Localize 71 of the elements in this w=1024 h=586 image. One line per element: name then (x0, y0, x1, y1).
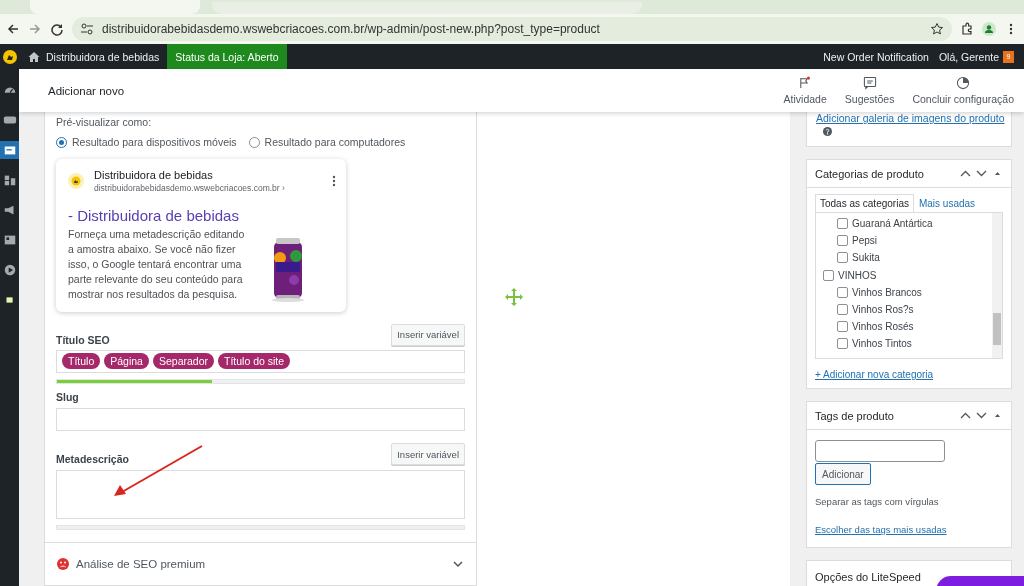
category-option[interactable]: Pepsi (837, 232, 992, 250)
menu-icon (2, 203, 17, 217)
field-label: Metadescrição (56, 453, 129, 466)
variable-tag[interactable]: Título do site (218, 353, 291, 370)
add-button[interactable]: Adicionar (815, 463, 871, 485)
category-option[interactable]: VINHOS (823, 266, 992, 284)
result-site-name: Distribuidora de bebidas (94, 169, 214, 181)
category-option[interactable]: Guaraná Antártica (837, 215, 992, 233)
account-link[interactable]: Olá, Gerente (938, 50, 1003, 63)
box-title: Categorias de produto (815, 167, 925, 180)
category-option[interactable]: Vinhos Brancos (837, 283, 992, 301)
input-field[interactable] (56, 408, 465, 432)
site-favicon-icon (68, 173, 84, 189)
preview-label: Pré-visualizar como: (56, 116, 153, 128)
back-icon[interactable] (6, 22, 20, 36)
insert-variable-button[interactable]: Inserir variável (391, 443, 465, 466)
help-text: Separar as tags com vírgulas (815, 496, 940, 507)
tab[interactable]: Mais usadas (913, 194, 981, 212)
puzzle-icon[interactable] (960, 22, 974, 36)
result-title: - Distribuidora de bebidas (68, 207, 240, 224)
header-action-button[interactable]: Atividade (774, 76, 836, 105)
popular-tags-link[interactable]: Escolher das tags mais usadas (815, 524, 947, 535)
chevron-up-icon[interactable] (960, 410, 971, 421)
store-status-link[interactable]: Status da Loja: Aberto (167, 44, 287, 69)
radio-option[interactable]: Resultado para computadores (248, 136, 406, 148)
field-label: Slug (56, 391, 80, 404)
field-label: Título SEO (56, 333, 110, 346)
comment-icon (862, 76, 877, 90)
more-icon[interactable] (332, 175, 336, 187)
box-title: Opções do LiteSpeed (815, 571, 921, 583)
tag-input-field[interactable] (815, 440, 945, 462)
accordion-header[interactable]: Análise de SEO premium (45, 542, 476, 585)
notification-link[interactable]: New Order Notification (813, 50, 939, 63)
star-icon[interactable] (930, 22, 944, 36)
forward-icon[interactable] (28, 22, 42, 36)
help-icon[interactable] (823, 127, 832, 136)
header-action-button[interactable]: Sugestões (835, 76, 904, 105)
variable-tag[interactable]: Separador (152, 353, 214, 370)
address-bar[interactable]: distribuidorabebidasdemo.wswebcriacoes.com.br/wp-admin/post-new.php?post_type=product (72, 17, 952, 41)
reload-icon[interactable] (50, 22, 64, 36)
gallery-link[interactable]: Adicionar galeria de imagens do produto (816, 112, 1002, 124)
avatar-icon[interactable] (982, 22, 996, 36)
site-name-link[interactable]: Distribuidora de bebidas (46, 50, 160, 63)
chevron-up-icon[interactable] (960, 168, 971, 179)
menu-icon (2, 173, 17, 187)
add-category-link[interactable]: + Adicionar nova categoria (815, 369, 934, 380)
input-field[interactable]: Título Página Separador Título do site (56, 349, 465, 374)
flag-icon (798, 76, 813, 90)
chevron-down-icon[interactable] (976, 168, 987, 179)
pie-icon (956, 76, 971, 90)
scrollbar[interactable] (992, 213, 1002, 358)
url-text: distribuidorabebidasdemo.wswebcriacoes.com.br/wp-admin/post-new.php?post_type=product (102, 22, 600, 36)
radio-option[interactable]: Resultado para dispositivos móveis (56, 136, 237, 148)
sad-face-icon (56, 557, 70, 571)
variable-tag[interactable]: Página (104, 353, 149, 370)
result-url: distribuidorabebidasdemo.wswebcriacoes.com.br › (94, 183, 286, 193)
site-settings-icon[interactable] (80, 22, 94, 36)
chevron-down-icon[interactable] (976, 410, 987, 421)
home-icon[interactable] (27, 49, 41, 64)
box-title: Tags de produto (815, 409, 895, 422)
category-option[interactable]: Vinhos Tintos (837, 335, 992, 353)
tab[interactable]: Todas as categorias (815, 194, 914, 212)
category-option[interactable]: Vinhos Rosés (837, 318, 992, 336)
category-option[interactable]: Vinhos Ros?s (837, 300, 992, 319)
header-action-button[interactable]: Concluir configuração (903, 76, 1024, 105)
insert-variable-button[interactable]: Inserir variável (391, 323, 465, 346)
result-description: Forneça uma metadescrição editando a amostra abaixo. Se você não fizer isso, o Google tentará encontrar uma parte relevante do seu conteúdo para mostrar nos resultados da pesquisa. (68, 227, 246, 302)
logo-icon[interactable] (2, 49, 17, 64)
category-option[interactable]: Sukita (837, 249, 992, 267)
page-title: Adicionar novo (48, 84, 126, 97)
variable-tag[interactable]: Título (62, 353, 101, 370)
